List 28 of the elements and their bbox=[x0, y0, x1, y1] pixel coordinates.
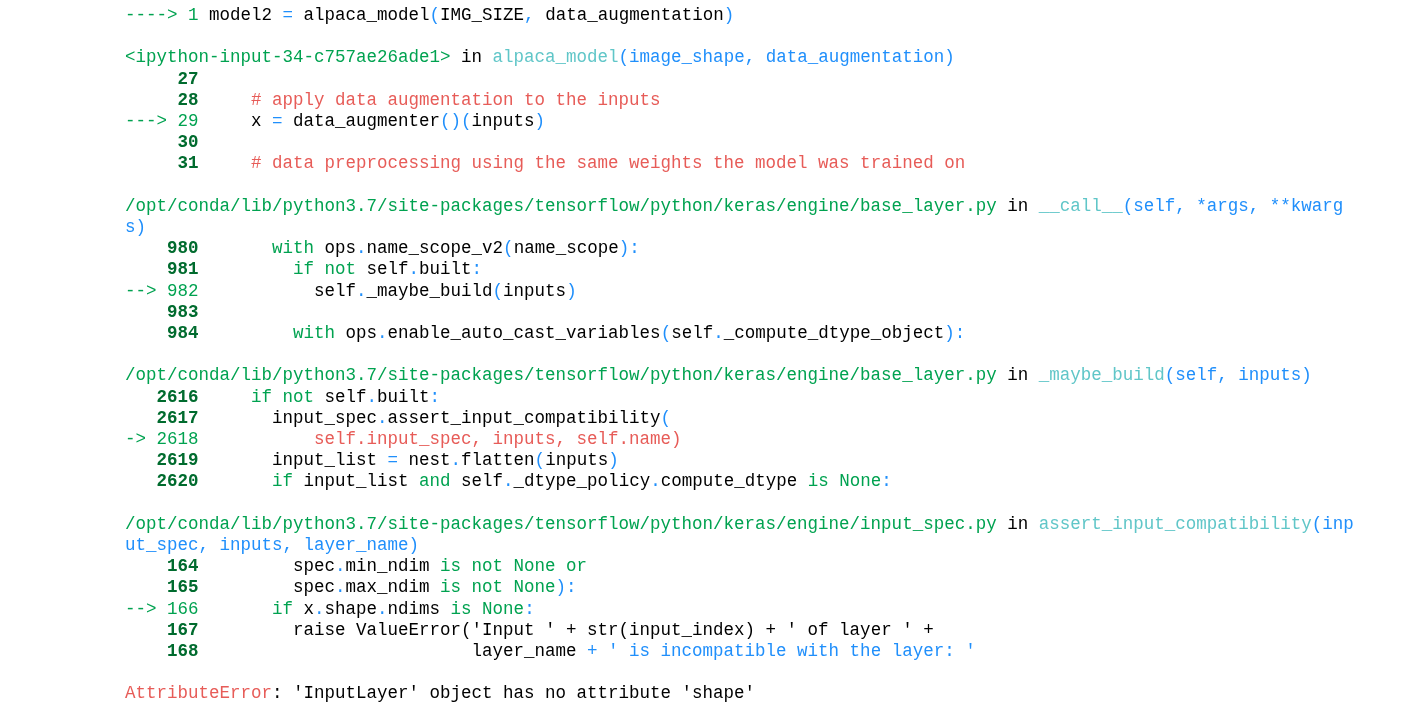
traceback-line: 30 bbox=[176, 132, 199, 154]
traceback-line: -> 2618 self.input_spec, inputs, self.name) bbox=[125, 429, 682, 451]
traceback-line: 164 spec.min_ndim is not None or bbox=[166, 556, 588, 578]
traceback-line: /opt/conda/lib/python3.7/site-packages/tensorflow/python/keras/engine/input_spec.py in assert_input_compatibility(inp bbox=[125, 513, 1354, 535]
traceback-line: <ipython-input-34-c757ae26ade1> in alpaca_model(image_shape, data_augmentation) bbox=[125, 47, 955, 69]
traceback-line: 981 if not self.built: bbox=[166, 259, 483, 281]
traceback-line: 165 spec.max_ndim is not None): bbox=[166, 577, 577, 599]
traceback-line: 980 with ops.name_scope_v2(name_scope): bbox=[166, 238, 640, 260]
traceback-line: --> 166 if x.shape.ndims is None: bbox=[125, 598, 535, 620]
traceback-line: /opt/conda/lib/python3.7/site-packages/tensorflow/python/keras/engine/base_layer.py in __call__(self, *args, **kwarg bbox=[125, 195, 1344, 217]
traceback-line: 27 bbox=[176, 68, 199, 90]
traceback-line: 2619 input_list = nest.flatten(inputs) bbox=[155, 450, 619, 472]
traceback-line: ---> 29 x = data_augmenter()(inputs) bbox=[125, 111, 546, 133]
traceback-line: 28 # apply data augmentation to the inputs bbox=[176, 89, 661, 111]
traceback-line: 2620 if input_list and self._dtype_policy.compute_dtype is None: bbox=[155, 471, 892, 493]
traceback-line: --> 982 self._maybe_build(inputs) bbox=[125, 280, 577, 302]
traceback-line: 2617 input_spec.assert_input_compatibility( bbox=[155, 407, 672, 429]
traceback-line: AttributeError: 'InputLayer' object has no attribute 'shape' bbox=[125, 683, 756, 705]
traceback-line: s) bbox=[125, 217, 146, 239]
traceback-line: /opt/conda/lib/python3.7/site-packages/tensorflow/python/keras/engine/base_layer.py in _maybe_build(self, inputs) bbox=[125, 365, 1312, 387]
traceback-line: ut_spec, inputs, layer_name) bbox=[125, 535, 420, 557]
traceback-line: 31 # data preprocessing using the same weights the model was trained on bbox=[176, 153, 966, 175]
traceback-line: 983 bbox=[166, 301, 199, 323]
traceback-line: 167 raise ValueError('Input ' + str(input_index) + ' of layer ' + bbox=[166, 619, 934, 642]
traceback-line: 984 with ops.enable_auto_cast_variables(self._compute_dtype_object): bbox=[166, 323, 966, 345]
traceback-line: ----> 1 model2 = alpaca_model(IMG_SIZE, data_augmentation) bbox=[125, 5, 735, 27]
traceback-line: 2616 if not self.built: bbox=[155, 386, 441, 408]
traceback-line: 168 layer_name + ' is incompatible with the layer: ' bbox=[166, 641, 976, 663]
